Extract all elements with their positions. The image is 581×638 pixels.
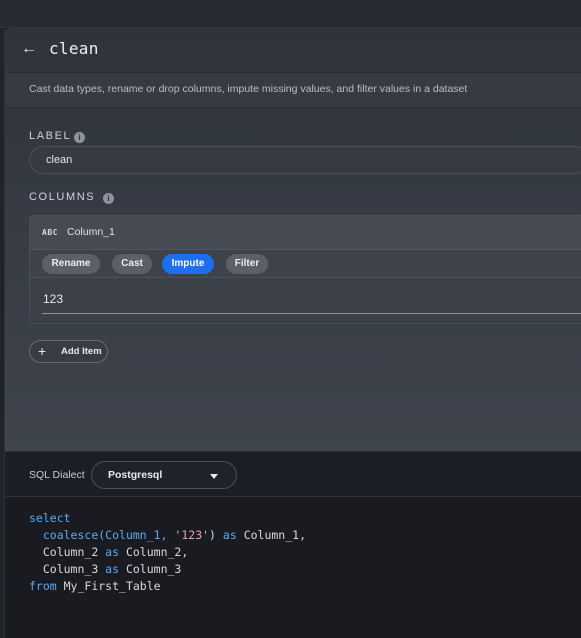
label-heading: LABEL	[29, 130, 72, 142]
tab-filter[interactable]: Filter	[226, 254, 268, 274]
tab-rename[interactable]: Rename	[42, 254, 100, 274]
add-item-label: Add Item	[61, 346, 102, 357]
columns-heading: COLUMNS	[29, 191, 96, 203]
code-line-1: select	[29, 510, 306, 527]
keyword-from: from	[29, 579, 57, 593]
sql-code-panel: select coalesce(Column_1, '123') as Colu…	[5, 497, 581, 638]
description-bar: Cast data types, rename or drop columns,…	[5, 72, 581, 108]
code-alias-1: Column_1,	[236, 528, 307, 542]
tab-cast[interactable]: Cast	[112, 254, 152, 274]
keyword-select: select	[29, 511, 71, 525]
keyword-as: as	[105, 562, 120, 576]
sql-dialect-bar: SQL Dialect Postgresql	[5, 451, 581, 497]
code-col-3: Column_3	[42, 562, 106, 576]
sql-dialect-label: SQL Dialect	[29, 469, 85, 481]
column-card: ABC Column_1 Rename Cast Impute Filter 1…	[29, 215, 581, 324]
impute-value: 123	[43, 292, 64, 306]
label-input[interactable]: clean	[29, 146, 581, 174]
sql-code: select coalesce(Column_1, '123') as Colu…	[29, 510, 306, 595]
impute-value-input[interactable]: 123	[42, 278, 581, 314]
code-line-5: from My_First_Table	[29, 578, 306, 595]
code-col-2: Column_2	[42, 545, 106, 559]
string-literal: '123'	[174, 528, 210, 542]
top-bar	[0, 0, 581, 28]
panel-header: ← clean	[5, 28, 581, 72]
code-table: My_First_Table	[56, 579, 161, 593]
tab-impute[interactable]: Impute	[162, 254, 214, 274]
keyword-as: as	[105, 545, 120, 559]
code-line-2: coalesce(Column_1, '123') as Column_1,	[29, 527, 306, 544]
chevron-down-icon	[210, 474, 218, 479]
column-name: Column_1	[67, 226, 115, 238]
sql-dialect-value: Postgresql	[108, 469, 163, 481]
sql-dialect-select[interactable]: Postgresql	[91, 461, 237, 489]
column-header[interactable]: ABC Column_1	[30, 216, 581, 250]
code-alias-3: Column_3	[119, 562, 182, 576]
fn-coalesce: coalesce(Column_1,	[42, 528, 175, 542]
code-alias-2: Column_2,	[119, 545, 189, 559]
code-paren: )	[209, 528, 223, 542]
plus-icon: +	[38, 343, 47, 359]
clean-panel: ← clean Cast data types, rename or drop …	[5, 28, 581, 451]
string-type-icon: ABC	[42, 228, 58, 237]
keyword-as: as	[222, 528, 237, 542]
columns-info-icon[interactable]: i	[103, 193, 114, 204]
column-action-tabs: Rename Cast Impute Filter	[30, 250, 581, 278]
code-line-3: Column_2 as Column_2,	[29, 544, 306, 561]
add-item-button[interactable]: + Add Item	[29, 340, 108, 363]
label-info-icon[interactable]: i	[74, 132, 85, 143]
back-arrow-icon[interactable]: ←	[21, 39, 37, 59]
code-line-4: Column_3 as Column_3	[29, 561, 306, 578]
panel-description: Cast data types, rename or drop columns,…	[29, 83, 468, 95]
page-title: clean	[49, 39, 99, 58]
